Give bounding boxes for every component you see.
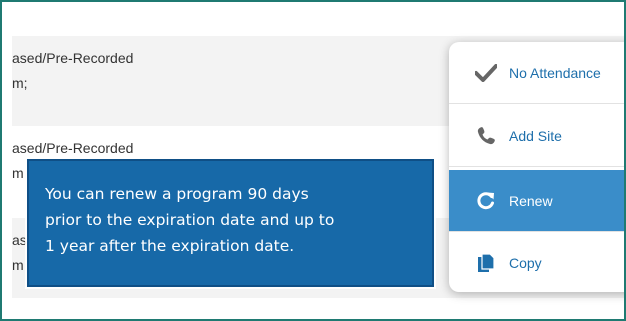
menu-item-label: Add Site xyxy=(509,127,562,144)
tooltip-line: 1 year after the expiration date. xyxy=(45,237,295,255)
menu-item-label: Renew xyxy=(509,192,553,209)
row-text-line-2: m xyxy=(12,257,24,273)
menu-item-no-attendance[interactable]: No Attendance xyxy=(449,42,624,104)
menu-item-add-site[interactable]: Add Site xyxy=(449,105,624,167)
menu-item-copy[interactable]: Copy xyxy=(449,232,624,292)
menu-item-label: Copy xyxy=(509,255,542,271)
phone-icon xyxy=(475,125,497,147)
menu-item-label: No Attendance xyxy=(509,64,601,81)
tooltip-line: prior to the expiration date and up to xyxy=(45,211,335,229)
row-text-line-1: ased/Pre-Recorded xyxy=(12,140,134,156)
copy-icon xyxy=(475,252,497,274)
row-text-line-1: as xyxy=(12,232,27,248)
row-text-line-2: m xyxy=(12,165,24,181)
menu-item-renew[interactable]: Renew xyxy=(449,170,624,232)
actions-menu: No Attendance Add Site Renew Copy xyxy=(449,42,624,292)
row-text-line-1: ased/Pre-Recorded xyxy=(12,50,134,66)
row-text-line-2: m; xyxy=(12,75,28,91)
renew-tooltip: You can renew a program 90 days prior to… xyxy=(27,159,434,287)
tooltip-line: You can renew a program 90 days xyxy=(45,185,309,203)
refresh-icon xyxy=(475,190,497,212)
check-icon xyxy=(475,62,497,84)
screenshot-frame: ased/Pre-Recorded m; ased/Pre-Recorded m… xyxy=(0,0,626,321)
